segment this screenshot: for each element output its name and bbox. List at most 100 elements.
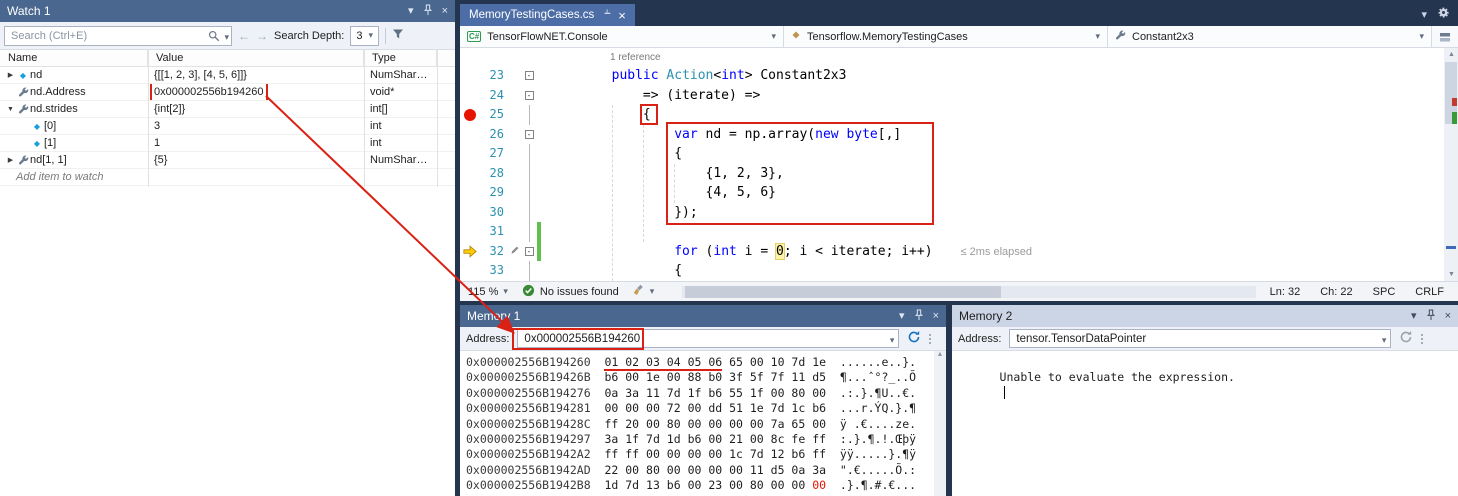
- pin-icon[interactable]: [601, 8, 611, 22]
- pin-icon[interactable]: [914, 309, 924, 324]
- code-text[interactable]: {4, 5, 6}: [549, 183, 1444, 203]
- horizontal-scrollbar[interactable]: [682, 286, 1255, 298]
- search-next-icon[interactable]: →: [256, 29, 268, 43]
- breakpoint-margin[interactable]: [460, 164, 480, 184]
- zoom-control[interactable]: 115 % ▾: [468, 286, 508, 298]
- column-divider[interactable]: [437, 50, 438, 187]
- space-indicator[interactable]: SPC: [1373, 286, 1396, 298]
- column-divider[interactable]: [148, 50, 149, 187]
- watch-row[interactable]: ▶◆nd{[[1, 2, 3], [4, 5, 6]]}NumShar…: [0, 67, 455, 84]
- scroll-up-icon[interactable]: ▲: [1448, 51, 1455, 58]
- toolbar-overflow-icon[interactable]: [929, 334, 931, 336]
- close-icon[interactable]: ×: [933, 311, 939, 322]
- code-text[interactable]: public Action<int> Constant2x3: [549, 66, 1444, 86]
- watch-row[interactable]: nd.Address0x000002556b194260void*: [0, 84, 455, 101]
- outlining-margin[interactable]: -: [522, 66, 536, 86]
- codelens-references[interactable]: 1 reference: [610, 52, 1444, 66]
- memory2-message-area[interactable]: Unable to evaluate the expression.: [952, 351, 1458, 417]
- outlining-margin[interactable]: [522, 222, 536, 242]
- window-menu-chevron-icon[interactable]: ▾: [1411, 311, 1417, 322]
- address-combo[interactable]: ▾: [517, 329, 899, 348]
- member-dropdown[interactable]: Constant2x3 ▾: [1108, 26, 1432, 47]
- expander-collapsed-icon[interactable]: ▶: [5, 156, 16, 164]
- line-indicator[interactable]: Ln: 32: [1270, 286, 1301, 298]
- breakpoint-margin[interactable]: [460, 203, 480, 223]
- tab-list-chevron-icon[interactable]: ▾: [1421, 8, 1427, 21]
- scrollbar-thumb[interactable]: [685, 286, 1000, 298]
- column-divider[interactable]: [364, 50, 365, 187]
- breakpoint-margin[interactable]: [460, 222, 480, 242]
- column-header-type[interactable]: Type: [364, 50, 437, 66]
- code-text[interactable]: var nd = np.array(new byte[,]: [549, 125, 1444, 145]
- memory-scrollbar[interactable]: ▲: [934, 351, 946, 496]
- code-cleanup-control[interactable]: ▾: [633, 284, 655, 299]
- search-prev-icon[interactable]: ←: [238, 29, 250, 43]
- address-combo[interactable]: ▾: [1009, 329, 1391, 348]
- refresh-icon[interactable]: [907, 330, 921, 347]
- memory2-titlebar[interactable]: Memory 2 ▾ ×: [952, 305, 1458, 327]
- close-icon[interactable]: ×: [618, 8, 626, 23]
- pin-icon[interactable]: [423, 4, 433, 19]
- collapse-toggle-icon[interactable]: -: [525, 130, 534, 139]
- window-menu-chevron-icon[interactable]: ▾: [899, 311, 905, 322]
- collapse-toggle-icon[interactable]: -: [525, 247, 534, 256]
- close-icon[interactable]: ×: [442, 6, 448, 17]
- watch-row[interactable]: ▼nd.strides{int[2]}int[]: [0, 101, 455, 118]
- outlining-margin[interactable]: [522, 183, 536, 203]
- collapse-toggle-icon[interactable]: -: [525, 91, 534, 100]
- document-tab[interactable]: MemoryTestingCases.cs ×: [460, 4, 635, 26]
- outlining-margin[interactable]: [522, 144, 536, 164]
- scroll-down-icon[interactable]: ▼: [1448, 271, 1455, 278]
- code-text[interactable]: {: [549, 144, 1444, 164]
- outlining-margin[interactable]: -: [522, 242, 536, 262]
- breakpoint-margin[interactable]: [460, 86, 480, 106]
- memory1-titlebar[interactable]: Memory 1 ▾ ×: [460, 305, 946, 327]
- outlining-margin[interactable]: -: [522, 125, 536, 145]
- code-editor[interactable]: 1 reference23- public Action<int> Consta…: [460, 48, 1444, 281]
- chevron-down-icon[interactable]: ▾: [1382, 335, 1387, 346]
- search-depth-combo[interactable]: 3 ▾: [350, 26, 379, 46]
- code-text[interactable]: {: [549, 261, 1444, 281]
- memory-dump[interactable]: 0x000002556B194260 01 02 03 04 05 06 65 …: [460, 351, 946, 494]
- column-header-value[interactable]: Value: [148, 50, 364, 66]
- code-text[interactable]: {: [549, 105, 1444, 125]
- window-menu-chevron-icon[interactable]: ▾: [408, 6, 414, 17]
- vertical-scrollbar[interactable]: ▲ ▼: [1444, 48, 1458, 281]
- project-dropdown[interactable]: C# TensorFlowNET.Console ▾: [460, 26, 784, 47]
- chevron-down-icon[interactable]: ▾: [890, 335, 895, 346]
- code-text[interactable]: });: [549, 203, 1444, 223]
- search-box[interactable]: ▾: [4, 26, 232, 46]
- search-input[interactable]: [4, 26, 232, 46]
- breakpoint-margin[interactable]: [460, 183, 480, 203]
- gear-icon[interactable]: [1437, 6, 1450, 22]
- watch-row[interactable]: ▶nd[1, 1]{5}NumShar…: [0, 152, 455, 169]
- outlining-margin[interactable]: [522, 203, 536, 223]
- code-text[interactable]: [549, 222, 1444, 242]
- code-text[interactable]: {1, 2, 3},: [549, 164, 1444, 184]
- search-options-chevron-icon[interactable]: ▾: [224, 32, 229, 43]
- breakpoint-icon[interactable]: [464, 109, 476, 121]
- window-split-icon[interactable]: [1432, 26, 1458, 47]
- watch-row[interactable]: ◆[1]1int: [0, 135, 455, 152]
- search-icon[interactable]: [208, 29, 220, 47]
- close-icon[interactable]: ×: [1445, 311, 1451, 322]
- breakpoint-margin[interactable]: [460, 261, 480, 281]
- issues-indicator[interactable]: No issues found: [522, 284, 619, 300]
- breakpoint-margin[interactable]: [460, 66, 480, 86]
- filter-icon[interactable]: [392, 27, 404, 45]
- address-input[interactable]: [524, 333, 880, 345]
- watch-row[interactable]: Add item to watch: [0, 169, 455, 186]
- outlining-margin[interactable]: [522, 164, 536, 184]
- column-header-name[interactable]: Name: [0, 50, 148, 66]
- outlining-margin[interactable]: [522, 105, 536, 125]
- column-indicator[interactable]: Ch: 22: [1320, 286, 1352, 298]
- breakpoint-margin[interactable]: [460, 125, 480, 145]
- expander-collapsed-icon[interactable]: ▶: [5, 71, 16, 79]
- expander-expanded-icon[interactable]: ▼: [5, 106, 16, 113]
- toolbar-overflow-icon[interactable]: [1421, 334, 1423, 336]
- code-text[interactable]: for (int i = 0; i < iterate; i++)≤ 2ms e…: [549, 242, 1444, 262]
- eol-indicator[interactable]: CRLF: [1415, 286, 1444, 298]
- pin-icon[interactable]: [1426, 309, 1436, 324]
- outlining-margin[interactable]: [522, 261, 536, 281]
- address-input[interactable]: [1016, 333, 1372, 345]
